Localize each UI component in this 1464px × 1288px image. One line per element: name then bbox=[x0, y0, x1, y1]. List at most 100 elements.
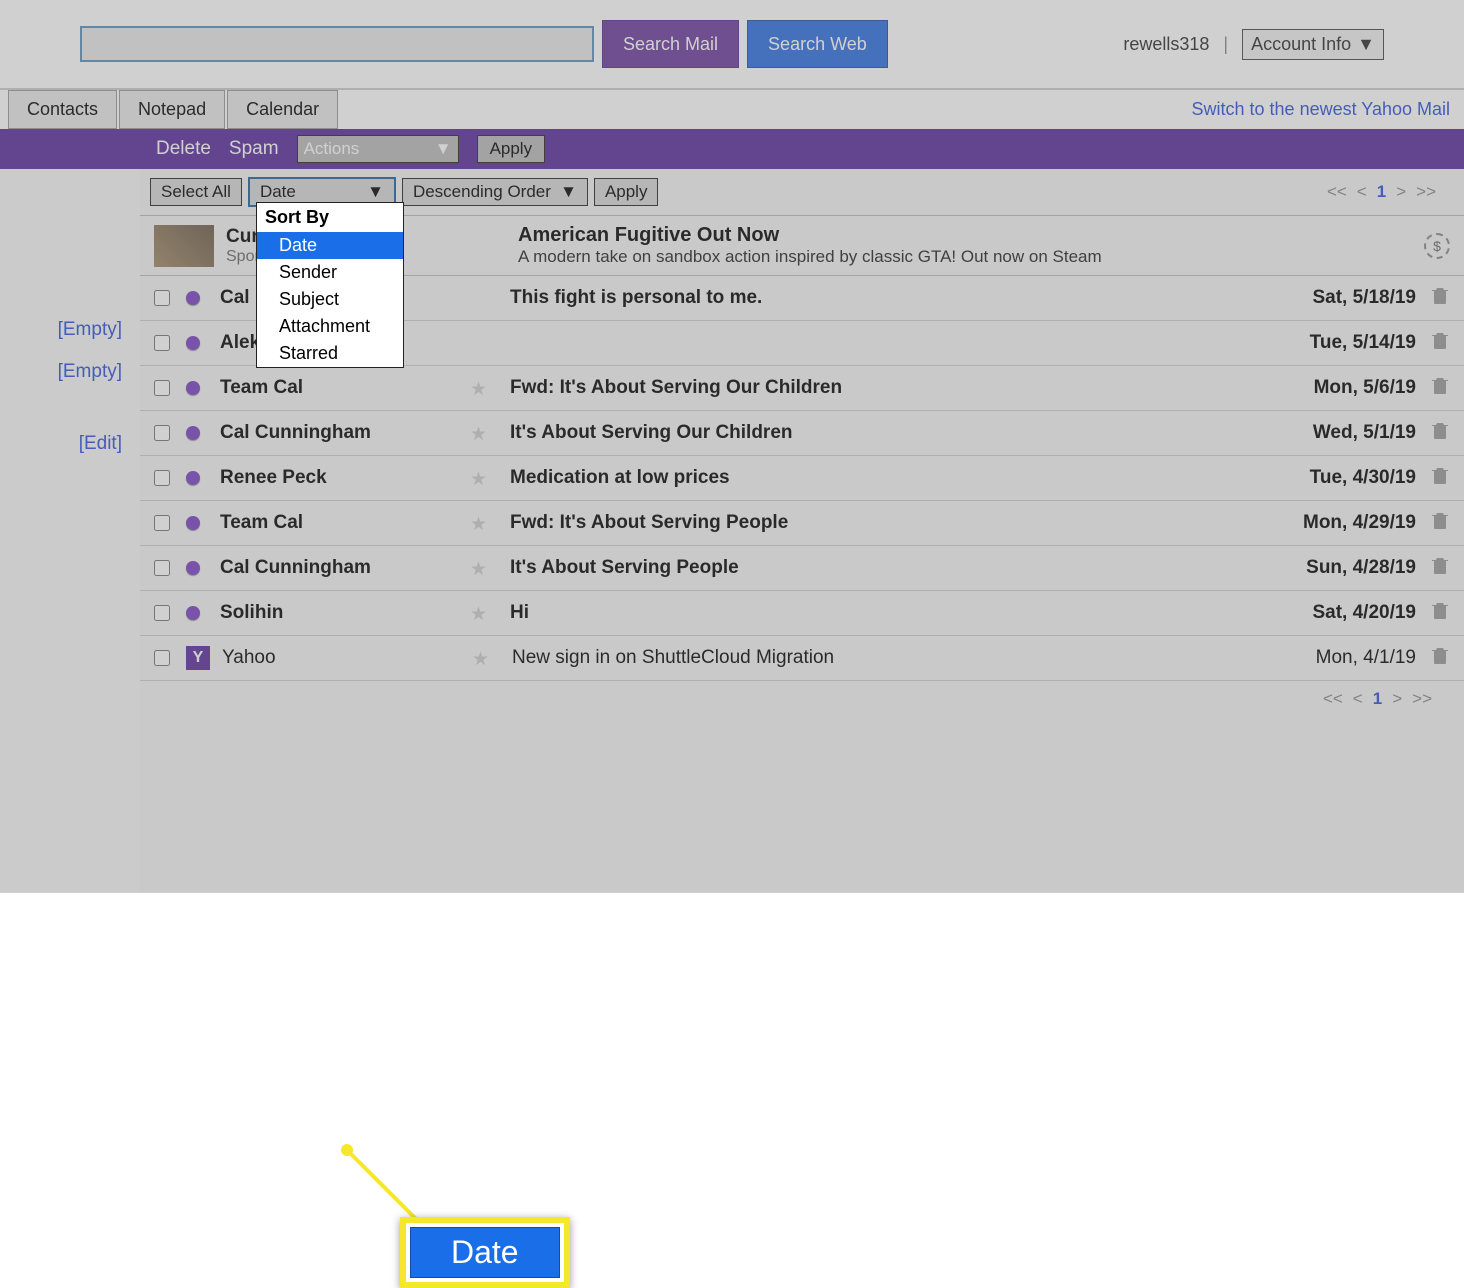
email-from: Solihin bbox=[220, 602, 470, 624]
email-from: Renee Peck bbox=[220, 467, 470, 489]
sort-option-subject[interactable]: Subject bbox=[257, 286, 403, 313]
account-info-label: Account Info bbox=[1251, 34, 1351, 55]
pager-first[interactable]: << bbox=[1327, 182, 1347, 202]
star-icon[interactable]: ★ bbox=[470, 603, 490, 623]
email-checkbox[interactable] bbox=[154, 290, 170, 306]
apply-actions-button[interactable]: Apply bbox=[477, 135, 546, 163]
trash-icon[interactable] bbox=[1432, 601, 1450, 625]
email-date: Mon, 5/6/19 bbox=[1276, 377, 1416, 399]
star-icon[interactable] bbox=[470, 288, 490, 308]
email-checkbox[interactable] bbox=[154, 425, 170, 441]
email-date: Tue, 5/14/19 bbox=[1276, 332, 1416, 354]
email-row[interactable]: Cal Cunningham★It's About Serving Our Ch… bbox=[140, 411, 1464, 456]
sort-option-date[interactable]: Date bbox=[257, 232, 403, 259]
unread-dot-icon bbox=[186, 471, 200, 485]
email-checkbox[interactable] bbox=[154, 380, 170, 396]
unread-dot-icon bbox=[186, 291, 200, 305]
trash-icon[interactable] bbox=[1432, 646, 1450, 670]
tab-calendar[interactable]: Calendar bbox=[227, 90, 338, 129]
trash-icon[interactable] bbox=[1432, 511, 1450, 535]
unread-dot-icon bbox=[186, 426, 200, 440]
email-row[interactable]: YYahoo★New sign in on ShuttleCloud Migra… bbox=[140, 636, 1464, 681]
email-subject: It's About Serving People bbox=[510, 557, 1276, 579]
sidebar-item-empty-1[interactable]: [Empty] bbox=[0, 309, 140, 351]
username-label: rewells318 bbox=[1123, 34, 1209, 55]
email-checkbox[interactable] bbox=[154, 560, 170, 576]
search-input[interactable] bbox=[80, 26, 594, 62]
email-subject: Fwd: It's About Serving Our Children bbox=[510, 377, 1276, 399]
select-all-button[interactable]: Select All bbox=[150, 178, 242, 206]
actions-dropdown[interactable]: Actions ▼ bbox=[297, 135, 459, 163]
pager-last[interactable]: >> bbox=[1416, 182, 1436, 202]
sidebar-item-empty-2[interactable]: [Empty] bbox=[0, 351, 140, 393]
email-from: Cal Cunningham bbox=[220, 422, 470, 444]
star-icon[interactable] bbox=[470, 333, 490, 353]
sort-option-sender[interactable]: Sender bbox=[257, 259, 403, 286]
email-checkbox[interactable] bbox=[154, 470, 170, 486]
search-web-button[interactable]: Search Web bbox=[747, 20, 888, 68]
tab-contacts[interactable]: Contacts bbox=[8, 90, 117, 129]
apply-sort-button[interactable]: Apply bbox=[594, 178, 659, 206]
trash-icon[interactable] bbox=[1432, 421, 1450, 445]
pager-last[interactable]: >> bbox=[1412, 689, 1432, 709]
trash-icon[interactable] bbox=[1432, 331, 1450, 355]
trash-icon[interactable] bbox=[1432, 286, 1450, 310]
sponsored-title: American Fugitive Out Now bbox=[518, 224, 1102, 247]
trash-icon[interactable] bbox=[1432, 376, 1450, 400]
email-checkbox[interactable] bbox=[154, 650, 170, 666]
adchoices-icon[interactable]: $ bbox=[1424, 233, 1450, 259]
email-subject: New sign in on ShuttleCloud Migration bbox=[512, 647, 1276, 669]
email-row[interactable]: Renee Peck★Medication at low pricesTue, … bbox=[140, 456, 1464, 501]
email-row[interactable]: Team Cal★Fwd: It's About Serving PeopleM… bbox=[140, 501, 1464, 546]
email-date: Sat, 5/18/19 bbox=[1276, 287, 1416, 309]
email-subject: This fight is personal to me. bbox=[510, 287, 1276, 309]
tab-notepad[interactable]: Notepad bbox=[119, 90, 225, 129]
sort-option-attachment[interactable]: Attachment bbox=[257, 313, 403, 340]
star-icon[interactable]: ★ bbox=[470, 423, 490, 443]
email-checkbox[interactable] bbox=[154, 335, 170, 351]
pager-next[interactable]: > bbox=[1392, 689, 1402, 709]
pager-prev[interactable]: < bbox=[1353, 689, 1363, 709]
sort-order-dropdown[interactable]: Descending Order ▼ bbox=[402, 178, 588, 206]
sidebar-item-edit[interactable]: [Edit] bbox=[0, 423, 140, 465]
email-date: Sat, 4/20/19 bbox=[1276, 602, 1416, 624]
delete-link[interactable]: Delete bbox=[156, 138, 211, 160]
unread-dot-icon bbox=[186, 336, 200, 350]
email-row[interactable]: Cal Cunningham★ It's About Serving People… bbox=[140, 546, 1464, 591]
email-checkbox[interactable] bbox=[154, 515, 170, 531]
pager-prev[interactable]: < bbox=[1357, 182, 1367, 202]
callout-label: Date bbox=[410, 1227, 560, 1278]
spam-link[interactable]: Spam bbox=[229, 138, 279, 160]
email-subject: Hi bbox=[510, 602, 1276, 624]
search-mail-button[interactable]: Search Mail bbox=[602, 20, 739, 68]
sort-by-value: Date bbox=[260, 182, 296, 202]
email-from: Cal Cunningham bbox=[220, 557, 470, 579]
star-icon[interactable]: ★ bbox=[470, 378, 490, 398]
sort-option-starred[interactable]: Starred bbox=[257, 340, 403, 367]
switch-newest-link[interactable]: Switch to the newest Yahoo Mail bbox=[1192, 99, 1450, 120]
unread-dot-icon bbox=[186, 381, 200, 395]
chevron-down-icon: ▼ bbox=[560, 182, 577, 202]
star-icon[interactable]: ★ bbox=[470, 558, 490, 578]
sort-dropdown-header: Sort By bbox=[257, 203, 403, 232]
email-date: Tue, 4/30/19 bbox=[1276, 467, 1416, 489]
email-row[interactable]: Solihin★ HiSat, 4/20/19 bbox=[140, 591, 1464, 636]
email-from: Yahoo bbox=[222, 647, 472, 669]
star-icon[interactable]: ★ bbox=[470, 468, 490, 488]
star-icon[interactable]: ★ bbox=[470, 513, 490, 533]
email-date: Mon, 4/1/19 bbox=[1276, 647, 1416, 669]
pager-current: 1 bbox=[1373, 689, 1382, 709]
sort-order-value: Descending Order bbox=[413, 182, 551, 202]
email-checkbox[interactable] bbox=[154, 605, 170, 621]
account-info-dropdown[interactable]: Account Info ▼ bbox=[1242, 29, 1384, 60]
email-row[interactable]: Team Cal★Fwd: It's About Serving Our Chi… bbox=[140, 366, 1464, 411]
sponsored-desc: A modern take on sandbox action inspired… bbox=[518, 247, 1102, 267]
email-from: Team Cal bbox=[220, 512, 470, 534]
trash-icon[interactable] bbox=[1432, 556, 1450, 580]
pager-next[interactable]: > bbox=[1396, 182, 1406, 202]
trash-icon[interactable] bbox=[1432, 466, 1450, 490]
sort-dropdown-menu: Sort By DateSenderSubjectAttachmentStarr… bbox=[256, 202, 404, 368]
chevron-down-icon: ▼ bbox=[367, 182, 384, 202]
pager-first[interactable]: << bbox=[1323, 689, 1343, 709]
star-icon[interactable]: ★ bbox=[472, 648, 492, 668]
